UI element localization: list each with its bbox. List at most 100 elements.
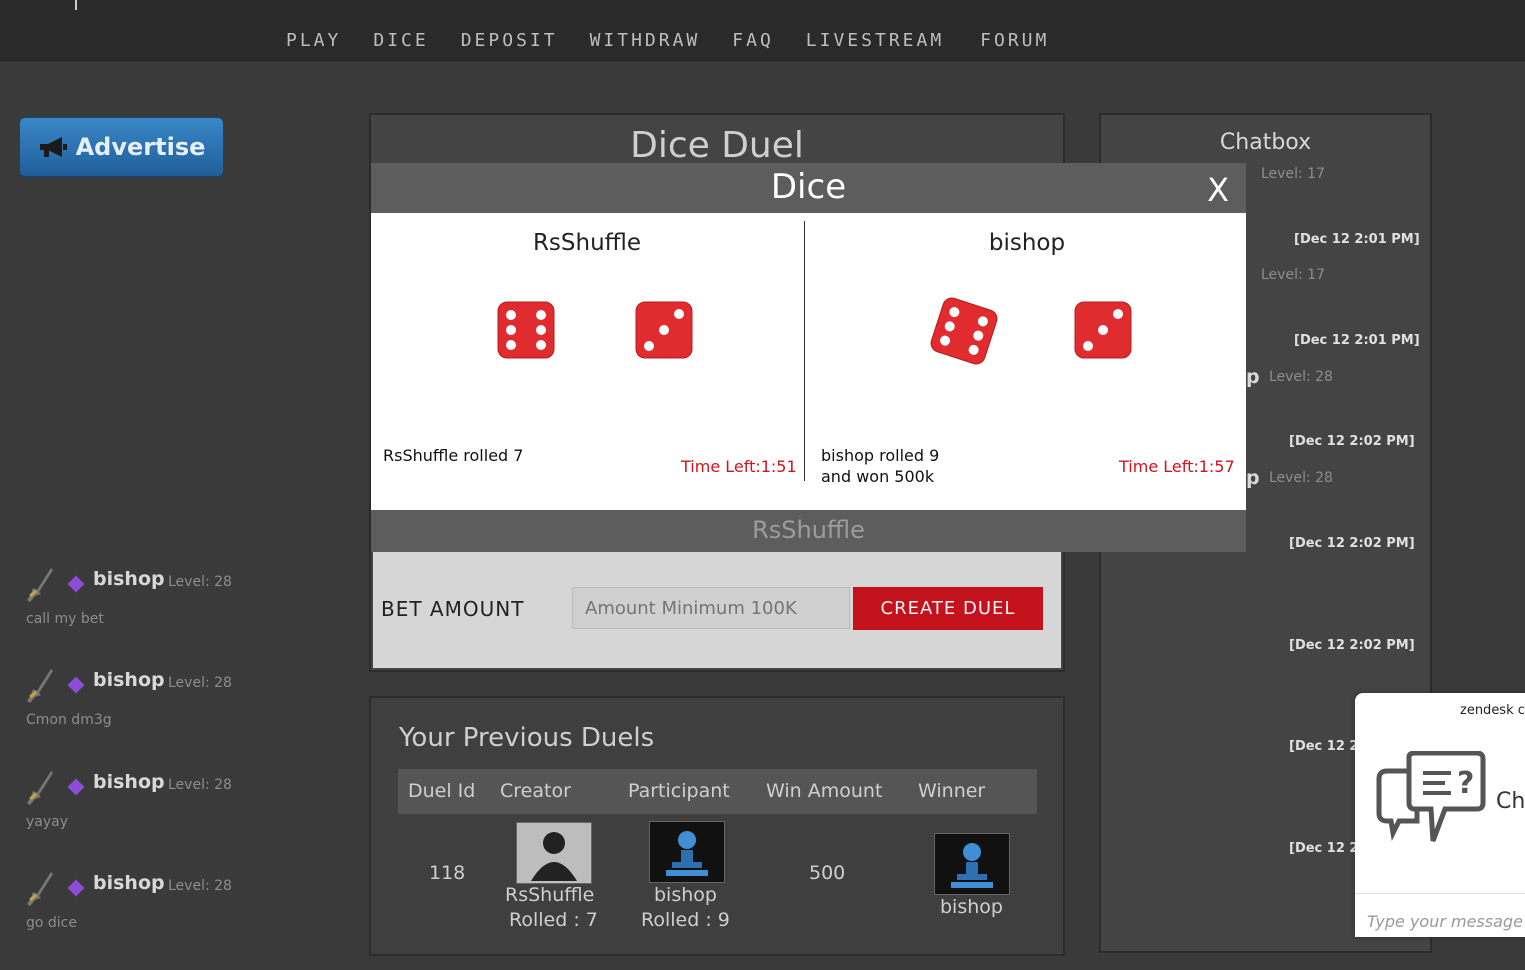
gem-icon xyxy=(67,778,85,796)
chat-message: bishop Level: 28 yayay xyxy=(25,769,315,869)
advertise-label: Advertise xyxy=(75,133,206,161)
top-bar: PLAY DICE DEPOSIT WITHDRAW FAQ LIVESTREA… xyxy=(0,0,1525,61)
chat-level: Level: 28 xyxy=(168,574,232,590)
zendesk-message-input[interactable]: Type your message h xyxy=(1355,893,1525,937)
chatbox-title: Chatbox xyxy=(1219,130,1312,155)
chat-timestamp: [Dec 12 2:02 PM] xyxy=(1289,638,1415,653)
pawn-icon xyxy=(951,843,993,888)
chat-timestamp: [Dec 12 2:02 PM] xyxy=(1289,536,1415,551)
chat-username-partial: p xyxy=(1246,366,1260,388)
left-player-name: RsShuffle xyxy=(532,230,642,256)
right-rolled-line: bishop rolled 9 xyxy=(821,446,940,465)
right-player-name: bishop xyxy=(988,230,1066,256)
chat-level: Level: 28 xyxy=(168,878,232,894)
chat-message: bishop Level: 28 go dice xyxy=(25,870,315,970)
nav-livestream[interactable]: LIVESTREAM xyxy=(806,30,944,51)
bet-amount-input[interactable] xyxy=(572,587,850,629)
svg-text:?: ? xyxy=(1457,766,1474,801)
left-time-left: Time Left:1:51 xyxy=(681,457,797,476)
advertise-button[interactable]: Advertise xyxy=(19,117,224,177)
logo-fragment xyxy=(75,0,77,10)
megaphone-icon xyxy=(39,137,67,157)
sword-icon xyxy=(27,771,53,805)
gem-icon xyxy=(67,676,85,694)
previous-duels-header: Duel Id Creator Participant Win Amount W… xyxy=(398,769,1037,814)
modal-divider xyxy=(804,221,805,481)
die-three-icon xyxy=(635,301,693,359)
modal-footer: RsShuffle xyxy=(371,510,1246,552)
die-six-icon xyxy=(930,297,998,365)
nav-forum[interactable]: FORUM xyxy=(980,30,1049,51)
right-won-line: and won 500k xyxy=(821,467,935,486)
chat-timestamp: [Dec 12 2:01 PM] xyxy=(1294,232,1420,247)
chat-message: bishop Level: 28 call my bet xyxy=(25,566,315,666)
chat-timestamp: [Dec 12 2 xyxy=(1289,739,1359,754)
chat-timestamp: [Dec 12 2 xyxy=(1289,841,1359,856)
sword-icon xyxy=(27,568,53,602)
modal-title: Dice xyxy=(770,167,847,207)
duel-id: 118 xyxy=(429,862,466,884)
dice-modal: Dice X RsShuffle bishop RsShuffle rolled… xyxy=(371,163,1246,552)
creator-rolled: Rolled : 7 xyxy=(509,909,598,931)
nav-deposit[interactable]: DEPOSIT xyxy=(461,30,558,51)
chat-text: call my bet xyxy=(26,611,104,627)
zendesk-label: zendesk c xyxy=(1460,703,1525,718)
chat-username[interactable]: bishop xyxy=(93,568,165,590)
participant-rolled: Rolled : 9 xyxy=(641,909,730,931)
chat-text: go dice xyxy=(26,915,77,931)
table-row: 118 RsShuffle Rolled : 7 bishop Rolled :… xyxy=(398,818,1037,948)
chat-level: Level: 17 xyxy=(1261,267,1325,283)
nav-withdraw[interactable]: WITHDRAW xyxy=(590,30,701,51)
zendesk-chat-widget[interactable]: zendesk c ? Ch Type your message h xyxy=(1355,693,1525,937)
winner-avatar xyxy=(934,833,1010,895)
col-creator: Creator xyxy=(500,780,571,802)
modal-footer-name: RsShuffle xyxy=(752,516,865,544)
chat-level: Level: 28 xyxy=(168,777,232,793)
creator-avatar xyxy=(516,822,592,884)
right-rolled-text: bishop rolled 9 and won 500k xyxy=(821,445,939,487)
chat-level: Level: 17 xyxy=(1261,166,1325,182)
bet-area: BET AMOUNT CREATE DUEL xyxy=(373,552,1061,668)
sword-icon xyxy=(27,669,53,703)
col-duel-id: Duel Id xyxy=(408,780,476,802)
previous-duels-title: Your Previous Duels xyxy=(399,723,655,753)
win-amount: 500 xyxy=(809,862,846,884)
winner-name: bishop xyxy=(940,896,1003,918)
chat-username[interactable]: bishop xyxy=(93,669,165,691)
chat-level: Level: 28 xyxy=(168,675,232,691)
modal-body: RsShuffle bishop RsShuffle rolled 7 Time… xyxy=(371,213,1246,510)
col-win-amount: Win Amount xyxy=(766,780,883,802)
chat-level: Level: 28 xyxy=(1269,369,1333,385)
nav-faq[interactable]: FAQ xyxy=(732,30,774,51)
creator-name: RsShuffle xyxy=(505,884,595,906)
participant-name: bishop xyxy=(654,884,717,906)
chat-bubble-icon: ? xyxy=(1376,751,1486,842)
sword-icon xyxy=(27,872,53,906)
chat-message: bishop Level: 28 Cmon dm3g xyxy=(25,667,315,767)
chat-timestamp: [Dec 12 2:02 PM] xyxy=(1289,434,1415,449)
col-winner: Winner xyxy=(918,780,986,802)
die-three-icon xyxy=(1074,301,1132,359)
chat-timestamp: [Dec 12 2:01 PM] xyxy=(1294,333,1420,348)
nav-dice[interactable]: DICE xyxy=(373,30,428,51)
participant-avatar xyxy=(649,821,725,883)
right-time-left: Time Left:1:57 xyxy=(1119,457,1235,476)
left-rolled-text: RsShuffle rolled 7 xyxy=(383,446,524,465)
modal-header: Dice X xyxy=(371,163,1246,213)
chat-username[interactable]: bishop xyxy=(93,872,165,894)
die-six-icon xyxy=(497,301,555,359)
zendesk-chat-text: Ch xyxy=(1496,789,1525,814)
close-icon[interactable]: X xyxy=(1207,171,1229,209)
duel-title: Dice Duel xyxy=(630,125,804,166)
chat-text: Cmon dm3g xyxy=(26,712,112,728)
user-silhouette-icon xyxy=(531,832,577,881)
create-duel-button[interactable]: CREATE DUEL xyxy=(853,587,1043,630)
bet-amount-label: BET AMOUNT xyxy=(381,597,525,621)
chat-username-partial: p xyxy=(1246,467,1260,489)
nav-play[interactable]: PLAY xyxy=(286,30,341,51)
previous-duels-panel: Your Previous Duels Duel Id Creator Part… xyxy=(369,696,1065,956)
pawn-icon xyxy=(666,831,708,876)
chat-username[interactable]: bishop xyxy=(93,771,165,793)
chat-text: yayay xyxy=(26,814,69,830)
chat-level: Level: 28 xyxy=(1269,470,1333,486)
